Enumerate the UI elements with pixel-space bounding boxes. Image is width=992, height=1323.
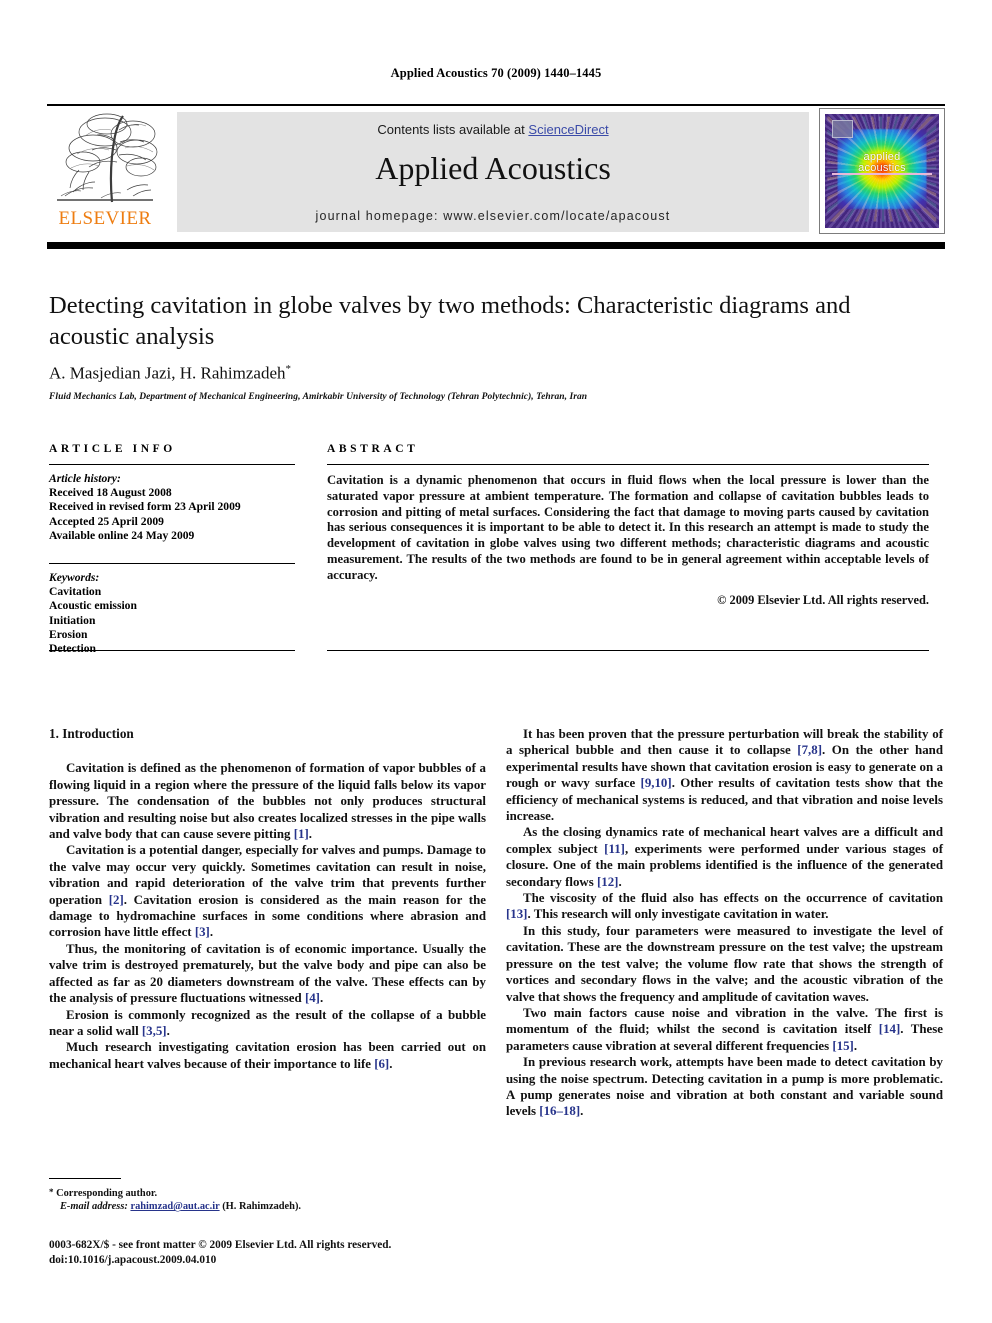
keyword-item: Acoustic emission xyxy=(49,599,137,613)
author-names: A. Masjedian Jazi, H. Rahimzadeh xyxy=(49,363,286,383)
corresponding-author-marker: * xyxy=(285,363,292,375)
footnote-email-line: E-mail address: rahimzad@aut.ac.ir (H. R… xyxy=(49,1200,486,1213)
citation-ref[interactable]: [2] xyxy=(109,893,124,907)
footnote-email-link[interactable]: rahimzad@aut.ac.ir xyxy=(130,1201,219,1212)
body-paragraph: Two main factors cause noise and vibrati… xyxy=(506,1005,943,1053)
citation-ref[interactable]: [15] xyxy=(832,1039,853,1053)
citation-ref[interactable]: [12] xyxy=(597,875,618,889)
page-title: Detecting cavitation in globe valves by … xyxy=(49,292,851,350)
body-paragraph: In this study, four parameters were meas… xyxy=(506,923,943,1004)
article-history-label: Article history: xyxy=(49,472,121,485)
keyword-item: Cavitation xyxy=(49,585,102,599)
journal-cover-image: applied acoustics xyxy=(825,114,939,228)
page-footer: 0003-682X/$ - see front matter © 2009 El… xyxy=(49,1238,649,1267)
elsevier-tree-icon xyxy=(57,113,158,203)
article-info-heading: ARTICLE INFO xyxy=(49,443,176,455)
article-history-block: Article history: Received 18 August 2008… xyxy=(49,472,295,543)
abstract-column: ABSTRACT Cavitation is a dynamic phenome… xyxy=(327,443,929,608)
body-paragraph: Cavitation is a potential danger, especi… xyxy=(49,843,486,940)
citation-ref[interactable]: [4] xyxy=(305,991,320,1005)
footnote-corresponding-line: * Corresponding author. xyxy=(49,1186,486,1200)
body-paragraph: In previous research work, attempts have… xyxy=(506,1055,943,1119)
body-paragraph: Thus, the monitoring of cavitation is of… xyxy=(49,941,486,1006)
keyword-item: Initiation xyxy=(49,613,96,627)
body-paragraph: The viscosity of the fluid also has effe… xyxy=(506,891,943,922)
citation-ref[interactable]: [1] xyxy=(294,827,309,841)
footnote-email-owner: (H. Rahimzadeh). xyxy=(222,1201,301,1213)
sciencedirect-link[interactable]: ScienceDirect xyxy=(528,122,608,137)
footer-front-matter: 0003-682X/$ - see front matter © 2009 El… xyxy=(49,1239,392,1251)
journal-title: Applied Acoustics xyxy=(375,150,611,186)
abstract-copyright: © 2009 Elsevier Ltd. All rights reserved… xyxy=(717,592,929,607)
journal-cover-thumbnail: applied acoustics xyxy=(819,108,945,234)
citation-ref[interactable]: [6] xyxy=(374,1057,389,1071)
section-title-introduction: 1. Introduction xyxy=(49,726,134,741)
history-item: Accepted 25 April 2009 xyxy=(49,514,164,528)
abstract-heading: ABSTRACT xyxy=(327,443,419,455)
body-paragraph: Erosion is commonly recognized as the re… xyxy=(49,1007,486,1038)
journal-homepage-line[interactable]: journal homepage: www.elsevier.com/locat… xyxy=(177,209,809,223)
elsevier-logo: ELSEVIER xyxy=(49,110,161,234)
history-item: Received 18 August 2008 xyxy=(49,486,172,500)
running-head: Applied Acoustics 70 (2009) 1440–1445 xyxy=(390,66,602,80)
body-paragraph: As the closing dynamics rate of mechanic… xyxy=(506,825,943,889)
contents-available-line: Contents lists available at ScienceDirec… xyxy=(177,122,809,137)
keyword-item: Erosion xyxy=(49,627,88,641)
body-paragraph: Cavitation is defined as the phenomenon … xyxy=(49,761,486,842)
masthead-bottom-bar xyxy=(47,242,945,249)
history-item: Received in revised form 23 April 2009 xyxy=(49,500,241,514)
footnote-rule xyxy=(49,1178,121,1179)
journal-banner: Contents lists available at ScienceDirec… xyxy=(177,112,809,232)
body-paragraph: It has been proven that the pressure per… xyxy=(506,727,943,824)
cover-title-line2: acoustics xyxy=(858,162,906,175)
body-column-left: 1. Introduction Cavitation is defined as… xyxy=(49,726,486,1072)
footnote-marker: * xyxy=(49,1187,54,1197)
abstract-text: Cavitation is a dynamic phenomenon that … xyxy=(327,473,929,582)
paper-page: Applied Acoustics 70 (2009) 1440–1445 EL… xyxy=(0,0,992,1323)
info-bottom-rule xyxy=(49,650,295,651)
contents-prefix-text: Contents lists available at xyxy=(377,122,529,137)
corresponding-author-footnote: * Corresponding author. E-mail address: … xyxy=(49,1178,486,1213)
author-list: A. Masjedian Jazi, H. Rahimzadeh* xyxy=(49,363,929,384)
footnote-email-label: E-mail address: xyxy=(60,1201,128,1213)
article-info-column: ARTICLE INFO Article history: Received 1… xyxy=(49,443,295,656)
citation-ref[interactable]: [16–18] xyxy=(539,1104,580,1118)
body-paragraph: Much research investigating cavitation e… xyxy=(49,1040,486,1071)
citation-ref[interactable]: [7,8] xyxy=(797,743,822,757)
footnote-corresponding-text: Corresponding author. xyxy=(56,1188,158,1199)
citation-ref[interactable]: [9,10] xyxy=(641,776,672,790)
keywords-label: Keywords: xyxy=(49,571,100,585)
body-column-right: It has been proven that the pressure per… xyxy=(506,726,943,1120)
keywords-block: Keywords: Cavitation Acoustic emission I… xyxy=(49,571,295,656)
abstract-bottom-rule xyxy=(327,650,929,651)
citation-ref[interactable]: [14] xyxy=(879,1022,900,1036)
footer-doi: doi:10.1016/j.apacoust.2009.04.010 xyxy=(49,1253,217,1266)
affiliation: Fluid Mechanics Lab, Department of Mecha… xyxy=(49,392,588,402)
cover-title-text: applied acoustics xyxy=(825,151,939,175)
cover-corner-stamp xyxy=(831,119,854,138)
article-info-rule xyxy=(49,464,295,465)
citation-ref[interactable]: [11] xyxy=(604,842,625,856)
masthead-top-rule xyxy=(47,104,945,106)
citation-ref[interactable]: [13] xyxy=(506,907,527,921)
history-item: Available online 24 May 2009 xyxy=(49,528,195,542)
journal-masthead: ELSEVIER Contents lists available at Sci… xyxy=(47,104,945,236)
keywords-rule xyxy=(49,563,295,565)
elsevier-wordmark: ELSEVIER xyxy=(58,208,152,229)
citation-ref[interactable]: [3,5] xyxy=(142,1024,167,1038)
abstract-rule xyxy=(327,464,929,465)
citation-ref[interactable]: [3] xyxy=(195,925,210,939)
